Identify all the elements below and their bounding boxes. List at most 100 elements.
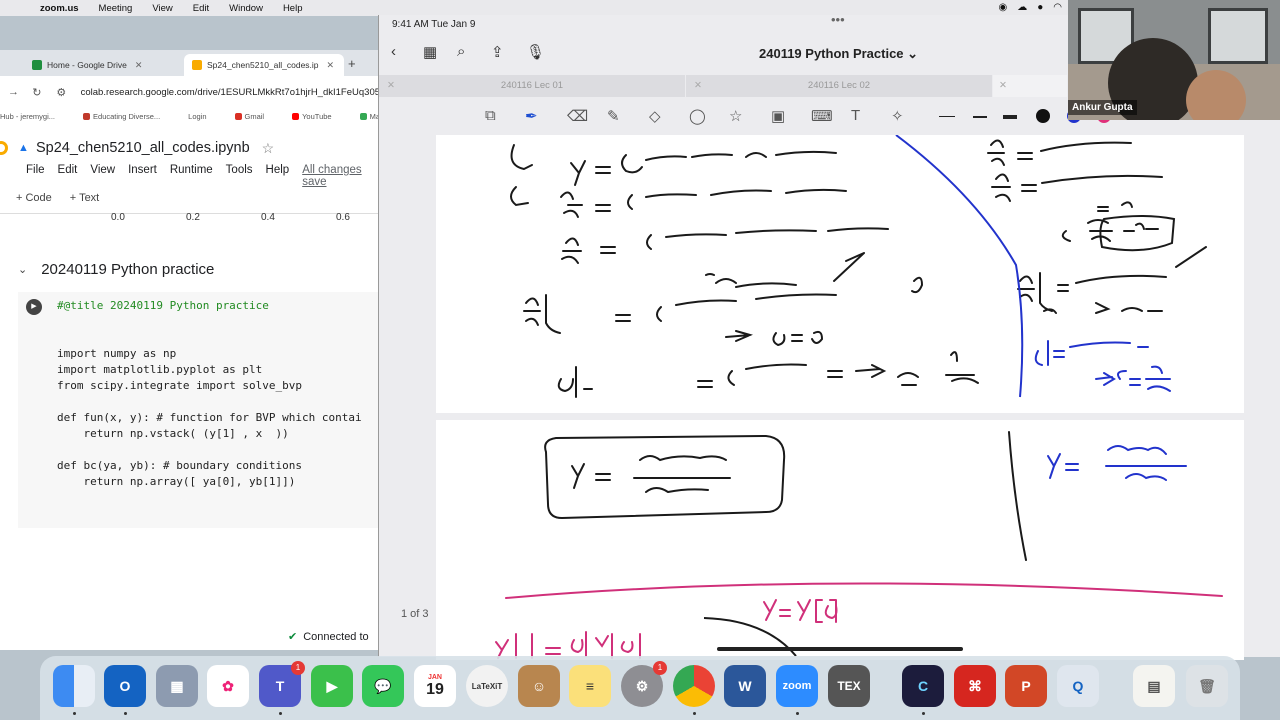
color-black[interactable] <box>1036 109 1050 123</box>
section-header[interactable]: ⌄ 20240119 Python practice <box>18 261 214 278</box>
latexit-icon[interactable]: LaTeXiT <box>466 665 508 707</box>
shapes-icon[interactable]: ◇ <box>649 107 661 125</box>
add-code-button[interactable]: + Code <box>16 192 52 204</box>
menu-insert[interactable]: Insert <box>128 164 157 188</box>
launchpad-icon[interactable]: ▦ <box>156 665 198 707</box>
calendar-icon[interactable]: JAN 19 <box>414 665 456 707</box>
webex-icon[interactable]: C <box>902 665 944 707</box>
menu-app[interactable]: zoom.us <box>30 3 89 14</box>
run-cell-button[interactable]: ▶ <box>26 299 42 315</box>
bookmark-item[interactable]: Hub - jeremygi... <box>0 112 69 121</box>
tab-colab[interactable]: Sp24_chen5210_all_codes.ip ✕ <box>184 54 344 76</box>
highlighter-icon[interactable]: ✎ <box>607 107 620 125</box>
menu-runtime[interactable]: Runtime <box>170 164 213 188</box>
drive-icon[interactable]: ▲ <box>18 142 30 154</box>
finder-icon[interactable] <box>53 665 95 707</box>
bookmark-item[interactable]: Gmail <box>234 112 279 121</box>
powerpoint-icon[interactable]: P <box>1005 665 1047 707</box>
running-indicator <box>279 712 282 715</box>
url-text[interactable]: colab.research.google.com/drive/1ESURLMk… <box>81 87 380 98</box>
image-icon[interactable]: ▣ <box>771 107 785 125</box>
cloud-icon[interactable]: ☁ <box>1017 2 1027 13</box>
zoom-icon[interactable]: zoom <box>776 665 818 707</box>
close-icon[interactable]: ✕ <box>135 60 143 71</box>
microphone-icon[interactable]: 🎙 <box>526 43 545 61</box>
doc-tab[interactable]: ✕ 240116 Lec 01 <box>379 75 685 97</box>
facetime-icon[interactable]: ▶ <box>311 665 353 707</box>
save-status-link[interactable]: All changes save <box>302 164 367 188</box>
laser-icon[interactable]: ✧ <box>891 107 904 125</box>
bookmark-item[interactable]: Login <box>188 112 220 121</box>
outlook-icon[interactable]: O <box>104 665 146 707</box>
acrobat-icon[interactable]: ⌘ <box>954 665 996 707</box>
star-icon[interactable]: ☆ <box>262 140 275 157</box>
share-icon[interactable]: ⇪ <box>491 43 504 61</box>
new-tab-icon[interactable]: + <box>348 56 356 71</box>
menu-help[interactable]: Help <box>266 164 290 188</box>
menu-window[interactable]: Window <box>219 3 273 14</box>
menu-view[interactable]: View <box>90 164 115 188</box>
doc-tab[interactable]: ✕ 240116 Lec 02 <box>686 75 992 97</box>
status-icon[interactable]: ◉ <box>998 2 1007 13</box>
lasso-image-icon[interactable]: ⧉ <box>485 107 496 124</box>
document-stack-icon[interactable]: ▤ <box>1133 665 1175 707</box>
menu-edit[interactable]: Edit <box>183 3 219 14</box>
messages-icon[interactable]: 💬 <box>362 665 404 707</box>
wifi-icon[interactable]: ◠ <box>1053 2 1062 13</box>
menu-file[interactable]: File <box>26 164 45 188</box>
participant-video[interactable]: Ankur Gupta <box>1068 0 1280 120</box>
bookmark-item[interactable]: Educating Diverse... <box>83 112 174 121</box>
tab-google-drive[interactable]: Home - Google Drive ✕ <box>24 54 182 76</box>
menu-view[interactable]: View <box>142 3 182 14</box>
search-icon[interactable]: ⌕ <box>457 43 465 60</box>
medium-stroke-icon[interactable] <box>973 116 987 118</box>
close-icon[interactable]: ✕ <box>694 75 702 97</box>
more-dots-icon[interactable]: ••• <box>831 12 845 27</box>
add-text-button[interactable]: + Text <box>70 192 99 204</box>
chevron-down-icon[interactable]: ⌄ <box>18 263 27 276</box>
settings-icon[interactable]: ⚙ 1 <box>621 661 667 707</box>
colab-logo-icon[interactable] <box>0 141 8 155</box>
eraser-icon[interactable]: ⌫ <box>567 107 588 125</box>
close-icon[interactable]: ✕ <box>387 75 395 97</box>
doc-tab-active[interactable]: ✕ <box>993 75 1067 97</box>
menu-edit[interactable]: Edit <box>58 164 78 188</box>
note-page-2[interactable] <box>436 420 1244 660</box>
code-editor[interactable]: #@title 20240119 Python practice import n… <box>57 298 362 490</box>
code-cell[interactable]: ▶ #@title 20240119 Python practice import… <box>18 292 380 528</box>
back-icon[interactable]: ‹ <box>391 43 396 60</box>
grid-icon[interactable]: ▦ <box>423 43 437 61</box>
chrome-icon[interactable] <box>673 665 715 707</box>
thin-stroke-icon[interactable] <box>939 116 955 117</box>
photos-icon[interactable]: ✿ <box>207 665 249 707</box>
lasso-icon[interactable]: ◯ <box>689 107 706 125</box>
word-icon[interactable]: W <box>724 665 766 707</box>
sticker-icon[interactable]: ☆ <box>729 107 742 125</box>
address-bar[interactable]: → ↻ ⚙ colab.research.google.com/drive/1E… <box>0 80 380 104</box>
trash-icon[interactable]: 🗑 <box>1186 665 1228 707</box>
keyboard-icon[interactable]: ⌨ <box>811 107 833 125</box>
text-icon[interactable]: T <box>851 107 860 124</box>
notebook-name[interactable]: Sp24_chen5210_all_codes.ipynb <box>36 140 250 156</box>
quicktime-icon[interactable]: Q <box>1057 665 1099 707</box>
notes-icon[interactable]: ≡ <box>569 665 611 707</box>
reload-icon[interactable]: ↻ <box>32 86 48 99</box>
forward-icon[interactable]: → <box>8 86 24 98</box>
home-indicator[interactable] <box>717 647 963 651</box>
texmaker-icon[interactable]: TEX <box>828 665 870 707</box>
close-icon[interactable]: ✕ <box>327 60 335 71</box>
contacts-icon[interactable]: ☺ <box>518 665 560 707</box>
close-icon[interactable]: ✕ <box>999 75 1007 97</box>
document-title[interactable]: 240119 Python Practice ⌄ <box>759 46 918 62</box>
teams-icon[interactable]: T1 <box>259 661 305 707</box>
note-page-1[interactable] <box>436 134 1244 413</box>
bookmark-item[interactable]: YouTube <box>292 112 345 121</box>
menu-tools[interactable]: Tools <box>226 164 253 188</box>
menu-help[interactable]: Help <box>273 3 313 14</box>
site-info-icon[interactable]: ⚙ <box>56 86 72 99</box>
thick-stroke-icon[interactable] <box>1003 115 1017 119</box>
connection-status[interactable]: ✔ Connected to <box>288 630 369 643</box>
circle-icon[interactable]: ● <box>1037 2 1043 13</box>
pen-icon[interactable]: ✒ <box>525 107 538 125</box>
menu-meeting[interactable]: Meeting <box>89 3 143 14</box>
